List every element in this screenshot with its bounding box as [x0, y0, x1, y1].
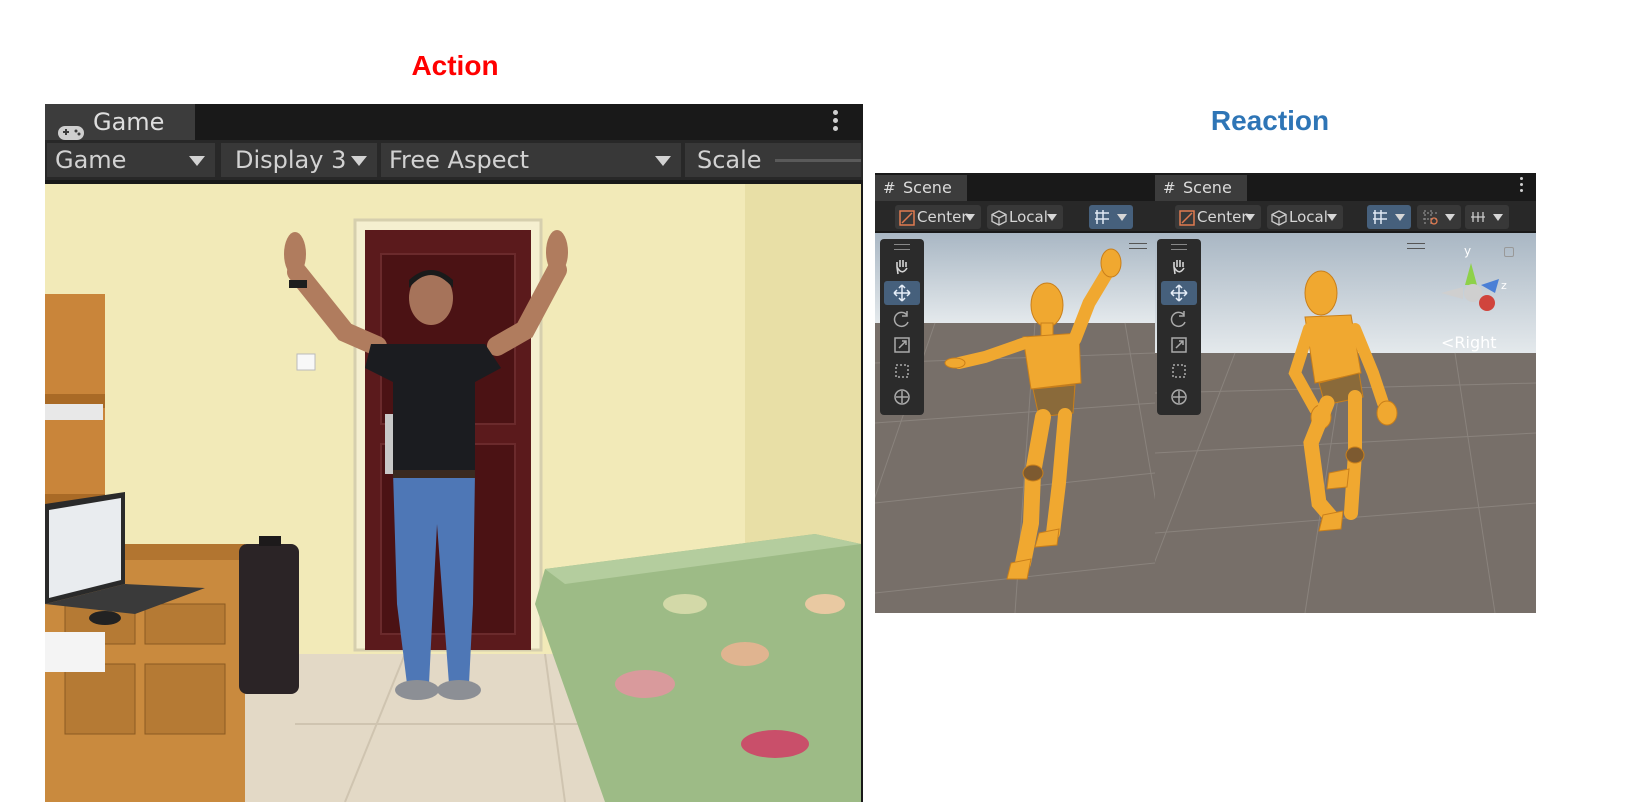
room-photo [45, 184, 861, 802]
space-select[interactable]: Local [987, 205, 1063, 229]
scene-viewport: y z [1155, 233, 1536, 613]
transform-tool-icon[interactable] [884, 385, 920, 409]
scene-tab-label: Scene [903, 178, 952, 197]
chevron-down-icon [351, 156, 367, 166]
tool-palette [1157, 239, 1201, 415]
rect-tool-icon[interactable] [1161, 359, 1197, 383]
space-select-label: Local [1009, 208, 1048, 226]
scene-tab-label: Scene [1183, 178, 1232, 197]
scale-tool-icon[interactable] [884, 333, 920, 357]
pivot-select[interactable]: Center [1175, 205, 1261, 229]
aspect-select-label: Free Aspect [389, 146, 530, 174]
chevron-down-icon [1245, 214, 1255, 221]
chevron-down-icon [189, 156, 205, 166]
gizmo-z-label: z [1501, 279, 1507, 292]
snap-grid-icon [1371, 208, 1389, 233]
scene-window-1: # Scene Center Local [875, 173, 1155, 613]
view-select[interactable]: Game [47, 143, 215, 177]
scene-tab[interactable]: # Scene [1155, 175, 1247, 201]
scene-view-1[interactable] [875, 233, 1155, 613]
transform-tool-icon[interactable] [1161, 385, 1197, 409]
chevron-down-icon [1047, 214, 1057, 221]
view-orientation-label[interactable]: <Right [1441, 333, 1497, 352]
game-tab[interactable]: Game [45, 104, 195, 140]
cube-icon [991, 209, 1007, 233]
overlay-menu-icon[interactable] [1407, 243, 1425, 249]
snap-toggle[interactable] [1089, 205, 1133, 229]
drag-handle[interactable] [894, 244, 910, 250]
scale-control[interactable]: Scale [685, 143, 861, 177]
hand-tool-icon[interactable] [1161, 255, 1197, 279]
scene-tabbar: # Scene [875, 173, 1155, 201]
pivot-icon [899, 209, 915, 233]
gizmo-y-label: y [1464, 244, 1471, 258]
snap-toggle[interactable] [1367, 205, 1411, 229]
rect-tool-icon[interactable] [884, 359, 920, 383]
chevron-down-icon [1493, 214, 1503, 221]
grid-visibility-icon [1469, 208, 1487, 233]
grid-icon: # [883, 179, 896, 197]
move-tool-icon[interactable] [884, 281, 920, 305]
chevron-down-icon [1327, 214, 1337, 221]
chevron-down-icon [1395, 214, 1405, 221]
more-options-icon[interactable] [1520, 177, 1526, 195]
grid-icon: # [1163, 179, 1176, 197]
space-select[interactable]: Local [1267, 205, 1343, 229]
chevron-down-icon [1117, 214, 1127, 221]
game-tab-label: Game [93, 108, 165, 136]
left-arrow-icon: < [1441, 333, 1455, 352]
pivot-select-label: Center [917, 208, 968, 226]
scene-toolbar: Center Local [1155, 201, 1536, 231]
more-options-icon[interactable] [833, 110, 839, 134]
snap-grid-icon [1093, 208, 1111, 233]
hand-tool-icon[interactable] [884, 255, 920, 279]
game-tabbar: Game [45, 104, 863, 140]
space-select-label: Local [1289, 208, 1328, 226]
game-toolbar: Game Display 3 Free Aspect Scale [45, 140, 863, 180]
view-label-text: Right [1454, 333, 1497, 352]
scene-view-2[interactable]: y z <Right [1155, 233, 1536, 613]
scale-tool-icon[interactable] [1161, 333, 1197, 357]
game-window: Game Game Display 3 Free Aspect Scale [45, 104, 863, 802]
overlay-menu-icon[interactable] [1129, 243, 1147, 249]
game-view-photo [45, 184, 861, 802]
cube-icon [1271, 209, 1287, 233]
scene-window-2: # Scene Center Local y z <Right [1155, 173, 1536, 613]
aspect-select[interactable]: Free Aspect [381, 143, 681, 177]
chevron-down-icon [1445, 214, 1455, 221]
view-select-label: Game [55, 146, 127, 174]
scene-tab[interactable]: # Scene [875, 175, 967, 201]
increment-snap-toggle[interactable] [1417, 205, 1461, 229]
tool-palette [880, 239, 924, 415]
increment-snap-icon [1421, 208, 1439, 233]
pivot-icon [1179, 209, 1195, 233]
display-select-label: Display 3 [235, 146, 347, 174]
reaction-heading: Reaction [1210, 105, 1330, 136]
rotate-tool-icon[interactable] [1161, 307, 1197, 331]
scene-tabbar: # Scene [1155, 173, 1536, 201]
chevron-down-icon [655, 156, 671, 166]
scene-toolbar: Center Local [875, 201, 1155, 231]
rotate-tool-icon[interactable] [884, 307, 920, 331]
pivot-select[interactable]: Center [895, 205, 981, 229]
grid-visibility-toggle[interactable] [1465, 205, 1509, 229]
display-select[interactable]: Display 3 [221, 143, 377, 177]
chevron-down-icon [965, 214, 975, 221]
action-heading: Action [411, 50, 499, 81]
pivot-select-label: Center [1197, 208, 1248, 226]
drag-handle[interactable] [1171, 244, 1187, 250]
scale-slider[interactable] [775, 159, 861, 162]
scale-label: Scale [697, 146, 762, 174]
lock-icon[interactable] [1504, 247, 1514, 257]
move-tool-icon[interactable] [1161, 281, 1197, 305]
